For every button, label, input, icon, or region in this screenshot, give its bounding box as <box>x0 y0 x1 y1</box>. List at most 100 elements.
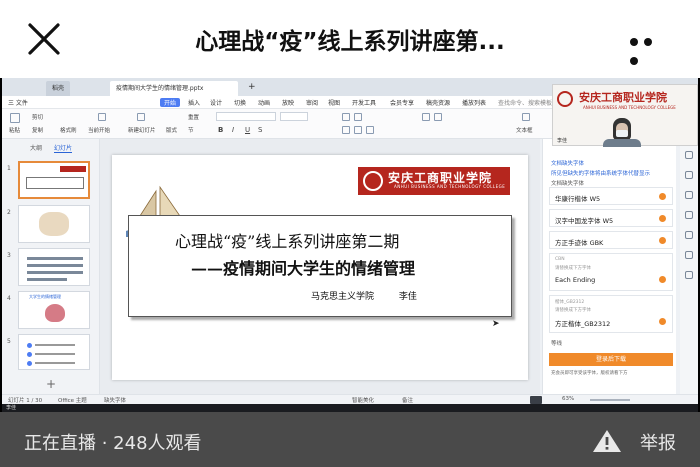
italic-icon[interactable]: I <box>232 126 234 134</box>
play-slideshow-icon[interactable] <box>530 396 542 404</box>
college-seal-icon <box>557 91 573 107</box>
command-search[interactable]: 查找命令、搜索模板 <box>498 98 552 107</box>
font-size-combo[interactable] <box>280 112 308 121</box>
font-name: 华康行楷体 W5 <box>555 195 601 203</box>
slide-canvas[interactable]: 安庆工商职业学院 ANHUI BUSINESS AND TECHNOLOGY C… <box>100 139 540 394</box>
font-item-4[interactable]: CBN 请替换成下方字体 Each Ending <box>549 253 673 291</box>
arrange-icon[interactable] <box>434 113 442 121</box>
font-note: CBN <box>555 257 565 262</box>
download-icon[interactable] <box>659 318 666 325</box>
font-item-5[interactable]: 楷体_GB2312 请替换成下方字体 方正楷体_GB2312 <box>549 295 673 333</box>
tool-icon[interactable] <box>685 151 693 159</box>
download-icon[interactable] <box>659 237 666 244</box>
top-bar: 心理战“疫”线上系列讲座第... <box>0 0 700 78</box>
slide-thumbnail-5[interactable] <box>18 334 90 370</box>
format-painter-button[interactable]: 格式刷 <box>60 126 77 134</box>
warning-icon[interactable] <box>592 429 622 453</box>
font-item-3[interactable]: 方正手迹体 GBK <box>549 231 673 249</box>
shapes-icon[interactable] <box>422 113 430 121</box>
login-download-button[interactable]: 登录后下载 <box>549 353 673 366</box>
close-icon[interactable] <box>26 22 62 56</box>
tool-icon[interactable] <box>685 191 693 199</box>
video-player[interactable]: 稻壳 疫情期间大学生的情绪管理.pptx + 三 文件 开始 插入 设计 切换 … <box>0 78 700 412</box>
tool-icon[interactable] <box>685 211 693 219</box>
menu-member[interactable]: 会员专享 <box>390 98 414 107</box>
tab-pptx[interactable]: 疫情期间大学生的情绪管理.pptx <box>110 81 238 96</box>
add-slide-icon[interactable]: + <box>46 377 56 391</box>
play-from-current-icon[interactable] <box>98 113 106 121</box>
taskbar: 李佳 <box>2 404 698 412</box>
webcam-college-cn: 安庆工商职业学院 <box>579 91 667 104</box>
align-right-icon[interactable] <box>366 126 374 134</box>
smart-beautify-button[interactable]: 智能美化 <box>352 396 374 404</box>
layout-button[interactable]: 版式 <box>166 126 177 134</box>
reset-button[interactable]: 重置 <box>188 113 199 121</box>
font-item-2[interactable]: 汉字中国龙字体 W5 <box>549 209 673 227</box>
live-stream-page: 心理战“疫”线上系列讲座第... 稻壳 疫情期间大学生的情绪管理.pptx + … <box>0 0 700 467</box>
align-left-icon[interactable] <box>342 126 350 134</box>
font-item-1[interactable]: 华康行楷体 W5 <box>549 187 673 205</box>
menu-playlist[interactable]: 播放列表 <box>462 98 486 107</box>
taskbar-label: 李佳 <box>6 405 17 411</box>
tool-icon[interactable] <box>685 271 693 279</box>
tab-slides[interactable]: 幻灯片 <box>54 143 73 153</box>
download-icon[interactable] <box>659 193 666 200</box>
menu-view[interactable]: 视图 <box>328 98 340 107</box>
thumb-number: 2 <box>7 209 11 216</box>
help-icon[interactable] <box>685 231 693 239</box>
zoom-level: 63% <box>562 396 575 402</box>
underline-icon[interactable]: U <box>245 126 250 134</box>
slide-thumbnail-3[interactable] <box>18 248 90 286</box>
menu-review[interactable]: 审阅 <box>306 98 318 107</box>
menu-docer-resources[interactable]: 稿壳资源 <box>426 98 450 107</box>
presenter-mask <box>616 130 628 137</box>
menu-developer[interactable]: 开发工具 <box>352 98 376 107</box>
font-more: 等线 <box>551 341 563 347</box>
slide-thumbnail-4[interactable]: 大学生的情绪管理 <box>18 291 90 329</box>
notes-button[interactable]: 备注 <box>402 396 413 404</box>
tab-outline[interactable]: 大纲 <box>30 143 42 152</box>
current-slide[interactable]: 安庆工商职业学院 ANHUI BUSINESS AND TECHNOLOGY C… <box>112 155 528 380</box>
thumb-text: 大学生的情绪管理 <box>29 294 61 299</box>
font-name-combo[interactable] <box>216 112 276 121</box>
report-button[interactable]: 举报 <box>640 429 676 455</box>
menu-transition[interactable]: 切换 <box>234 98 246 107</box>
cut-button[interactable]: 剪切 <box>32 113 43 121</box>
section-button[interactable]: 节 <box>188 126 194 134</box>
paste-label: 粘贴 <box>9 128 21 134</box>
shadow-icon[interactable]: S <box>258 126 262 134</box>
download-icon[interactable] <box>659 276 666 283</box>
panel-subheading: 所见但缺失的字体将由系统字体代替显示 <box>551 171 651 177</box>
bullets-icon[interactable] <box>342 113 350 121</box>
menu-design[interactable]: 设计 <box>210 98 222 107</box>
slide-title-box[interactable]: 心理战“疫”线上系列讲座第二期 ——疫情期间大学生的情绪管理 马克思主义学院 李… <box>128 215 512 317</box>
textbox-icon[interactable] <box>522 113 530 121</box>
mouse-cursor-icon: ➤ <box>492 319 500 329</box>
align-center-icon[interactable] <box>354 126 362 134</box>
bold-icon[interactable]: B <box>218 126 223 134</box>
menu-animation[interactable]: 动画 <box>258 98 270 107</box>
font-note: 楷体_GB2312 <box>555 300 585 305</box>
slide-thumbnail-1[interactable] <box>18 161 90 199</box>
menu-slideshow[interactable]: 放映 <box>282 98 294 107</box>
menu-file[interactable]: 三 文件 <box>8 98 28 107</box>
new-slide-icon[interactable] <box>137 113 145 121</box>
menu-home[interactable]: 开始 <box>160 98 181 107</box>
download-icon[interactable] <box>659 215 666 222</box>
paste-icon[interactable] <box>10 113 20 123</box>
thumb-number: 3 <box>7 252 11 259</box>
panel-note: 充会员即可享受该字体，版权请看下方 <box>551 371 628 376</box>
copy-button[interactable]: 复制 <box>32 126 43 134</box>
new-tab-icon[interactable]: + <box>242 81 262 96</box>
more-options-icon[interactable] <box>630 31 670 65</box>
slide-thumbnail-2[interactable] <box>18 205 90 243</box>
slide-thumbnail-pane: 大纲 幻灯片 1 2 3 4 大学生的情绪管理 5 + <box>2 139 100 394</box>
tab-docer[interactable]: 稻壳 <box>46 81 71 96</box>
tool-icon[interactable] <box>685 171 693 179</box>
zoom-slider[interactable] <box>590 399 630 401</box>
new-slide-label: 新建幻灯片 <box>128 128 156 134</box>
missing-font-status[interactable]: 缺失字体 <box>104 396 126 404</box>
tool-icon[interactable] <box>685 251 693 259</box>
menu-insert[interactable]: 插入 <box>188 98 200 107</box>
numbering-icon[interactable] <box>354 113 362 121</box>
